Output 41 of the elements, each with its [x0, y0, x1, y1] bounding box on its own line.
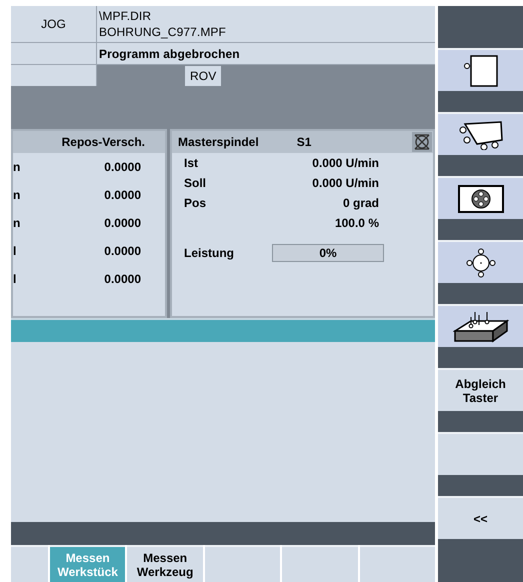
- power-reading: 0%: [319, 246, 337, 260]
- offset-value: 0.0000: [104, 272, 141, 286]
- axis-label: l: [13, 272, 16, 286]
- softkey[interactable]: [438, 304, 523, 347]
- spindle-label: Pos: [184, 196, 208, 210]
- spindle-status-icon: [412, 132, 432, 152]
- spindle-value: 100.0 %: [334, 216, 379, 230]
- spindle-value: 0.000 U/min: [311, 176, 379, 190]
- softkey[interactable]: <<: [438, 496, 523, 539]
- edge-probe-icon: [456, 120, 504, 150]
- axis-label: n: [13, 216, 20, 230]
- offset-value: 0.0000: [104, 244, 141, 258]
- program-status: Programm abgebrochen: [99, 46, 240, 60]
- workpiece-probe-icon: [452, 310, 508, 342]
- panel-header: Repos-Versch.: [13, 130, 165, 153]
- spindle-label: Ist: [184, 156, 200, 170]
- softkey[interactable]: [438, 48, 523, 91]
- offset-value: 0.0000: [104, 188, 141, 202]
- mode-label: JOG: [41, 17, 66, 31]
- spindle-label: Soll: [184, 176, 208, 190]
- offset-value: 0.0000: [104, 216, 141, 230]
- softkey[interactable]: Messen Werkzeug: [127, 545, 203, 582]
- program-name: BOHRUNG_C977.MPF: [99, 24, 226, 40]
- spindle-value: 0 grad: [342, 196, 379, 210]
- offset-value: 0.0000: [104, 160, 141, 174]
- spindle-name: S1: [296, 134, 312, 149]
- softkey[interactable]: [438, 176, 523, 219]
- power-label: Leistung: [184, 246, 235, 260]
- frame-icon: [464, 54, 498, 86]
- bore-probe-icon: [458, 184, 504, 212]
- axis-label: l: [13, 244, 16, 258]
- axis-label: n: [13, 160, 20, 174]
- axis-label: n: [13, 188, 20, 202]
- program-path: \MPF.DIR: [99, 8, 152, 24]
- center-probe-icon: [466, 248, 496, 278]
- rov-indicator: ROV: [185, 66, 222, 86]
- softkey[interactable]: [438, 240, 523, 283]
- panel-title: Masterspindel: [178, 134, 259, 149]
- spindle-value: 0.000 U/min: [311, 156, 379, 170]
- softkey[interactable]: [438, 112, 523, 155]
- softkey[interactable]: Abgleich Taster: [438, 368, 523, 411]
